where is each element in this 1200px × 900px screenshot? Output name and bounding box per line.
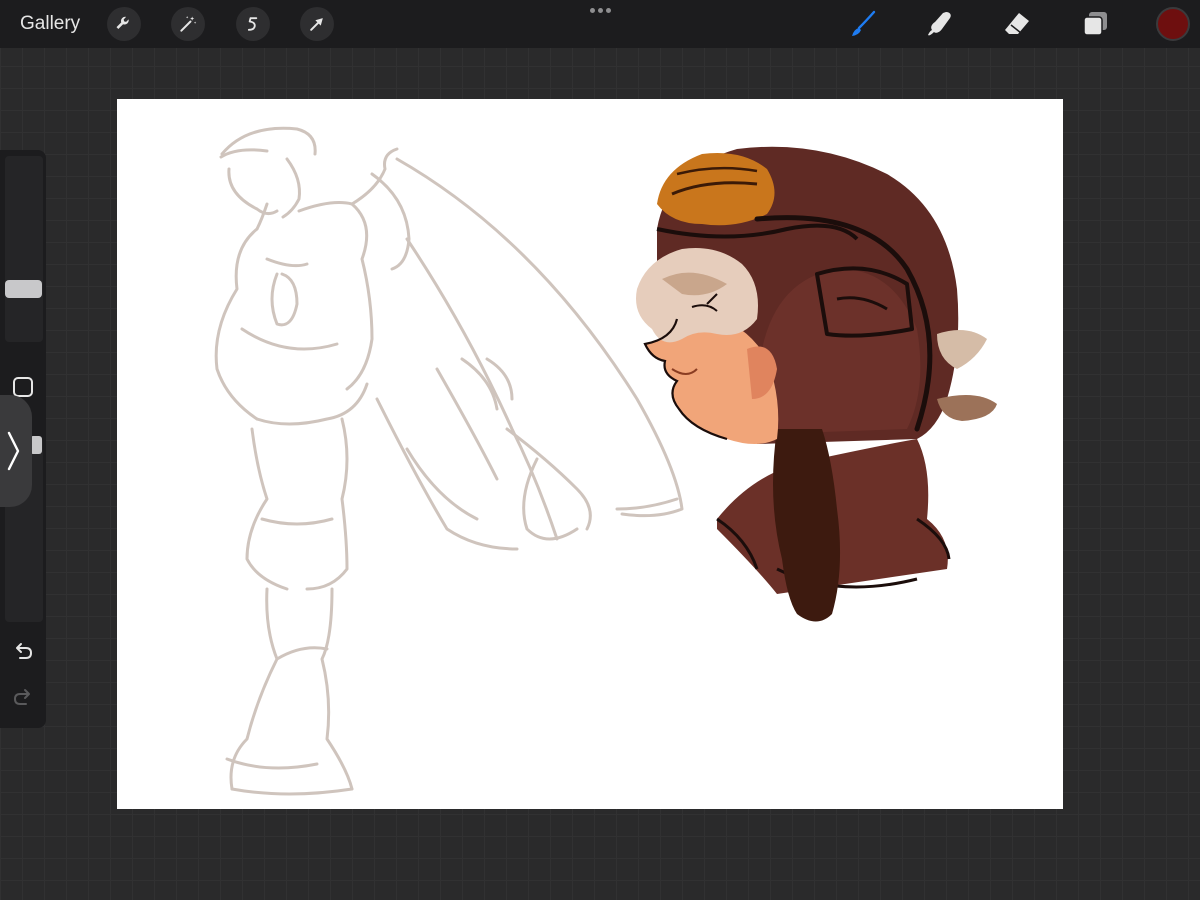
brush-size-thumb[interactable] — [5, 280, 42, 298]
drawing-canvas[interactable] — [117, 99, 1063, 809]
more-options-icon[interactable] — [585, 2, 615, 18]
actions-button[interactable] — [107, 7, 141, 41]
adjustments-button[interactable] — [171, 7, 205, 41]
magic-wand-icon — [180, 16, 197, 32]
top-toolbar: Gallery — [0, 0, 1200, 48]
modify-square-icon[interactable] — [13, 377, 33, 397]
layers-button[interactable] — [1077, 6, 1113, 42]
selection-button[interactable] — [236, 7, 270, 41]
sidebar-expand-tab[interactable] — [0, 395, 32, 507]
eraser-tool-button[interactable] — [999, 6, 1035, 42]
brush-size-slider[interactable] — [5, 156, 43, 342]
wrench-icon — [116, 16, 129, 29]
portrait-head — [636, 146, 997, 622]
brush-icon — [852, 10, 876, 36]
artwork — [214, 126, 997, 796]
undo-button[interactable] — [10, 638, 36, 664]
redo-button[interactable] — [10, 684, 36, 710]
color-swatch-button[interactable] — [1156, 7, 1190, 41]
brush-tool-button[interactable] — [845, 6, 881, 42]
transform-button[interactable] — [300, 7, 334, 41]
transform-arrow-icon — [310, 18, 323, 31]
gallery-button[interactable]: Gallery — [20, 12, 80, 36]
undo-icon — [16, 643, 33, 659]
eraser-icon — [1005, 13, 1029, 34]
selection-s-icon — [247, 17, 258, 31]
redo-icon — [13, 689, 30, 705]
smudge-tool-button[interactable] — [922, 6, 958, 42]
layers-icon — [1083, 12, 1107, 36]
chevron-right-icon — [7, 431, 20, 471]
smudge-icon — [928, 12, 951, 36]
sketch-figure — [214, 126, 684, 796]
